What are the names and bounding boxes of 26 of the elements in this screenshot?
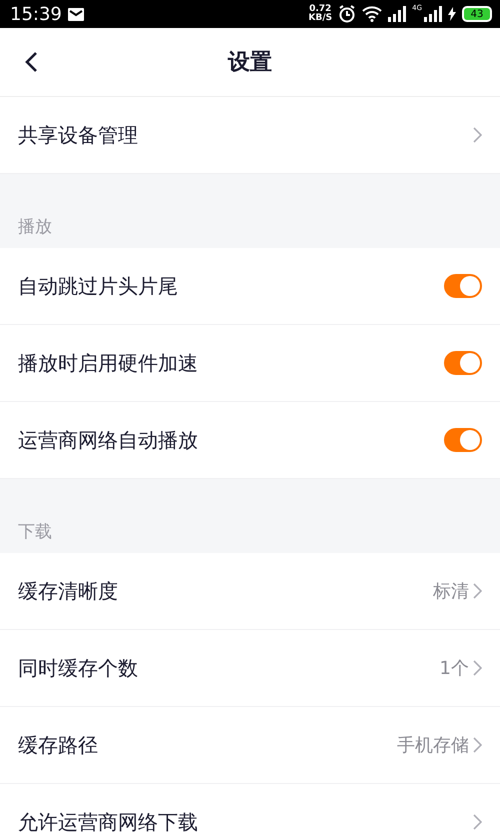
setting-label: 同时缓存个数 — [18, 654, 139, 682]
battery-level: 43 — [462, 6, 492, 22]
setting-label: 共享设备管理 — [18, 122, 139, 148]
setting-value: 手机存储 — [397, 734, 469, 757]
setting-value: 标清 — [433, 580, 469, 603]
setting-label: 缓存路径 — [18, 732, 99, 758]
section-title: 播放 — [18, 216, 52, 238]
setting-row[interactable]: 缓存路径 手机存储 — [0, 707, 500, 784]
network-speed: 0.72 — [309, 5, 332, 14]
setting-label: 自动跳过片头片尾 — [18, 272, 179, 300]
section-title: 下载 — [18, 521, 52, 543]
setting-row[interactable]: 自动跳过片头片尾 — [0, 248, 500, 325]
setting-row[interactable]: 播放时启用硬件加速 — [0, 325, 500, 402]
setting-row[interactable]: 缓存清晰度 标清 — [0, 553, 500, 630]
clock-time: 15:39 — [10, 4, 62, 24]
page-title: 设置 — [228, 49, 272, 77]
setting-label: 运营商网络自动播放 — [18, 426, 199, 454]
setting-label: 缓存清晰度 — [18, 578, 119, 604]
setting-row[interactable]: 允许运营商网络下载 — [0, 784, 500, 837]
setting-row[interactable]: 同时缓存个数 1个 — [0, 630, 500, 707]
speed-unit: KB/S — [308, 14, 332, 23]
setting-value: 1个 — [440, 657, 469, 680]
setting-label: 播放时启用硬件加速 — [18, 350, 199, 376]
setting-row[interactable]: 共享设备管理 — [0, 97, 500, 174]
setting-row[interactable]: 运营商网络自动播放 — [0, 402, 500, 479]
setting-label: 允许运营商网络下载 — [18, 808, 199, 836]
